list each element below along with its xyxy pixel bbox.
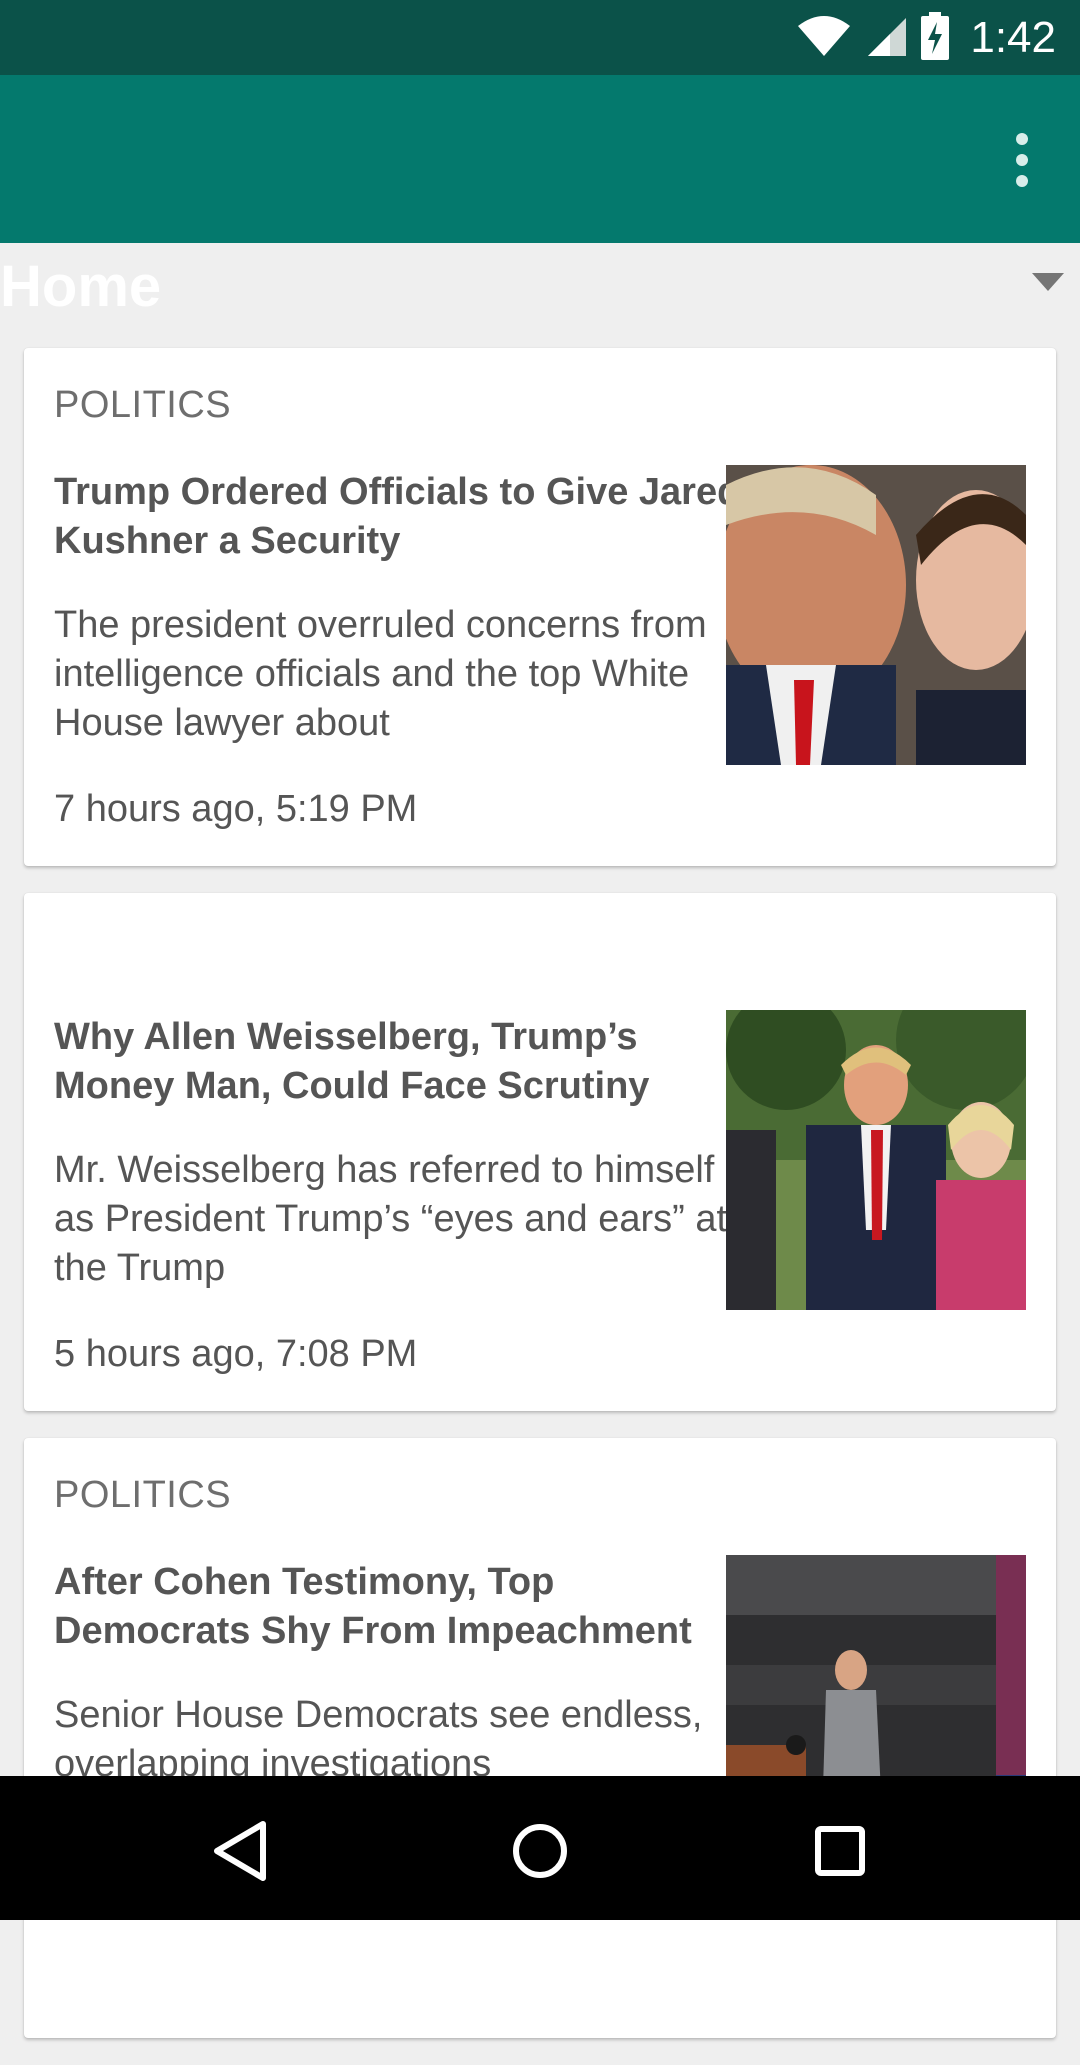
article-headline: Why Allen Weisselberg, Trump’s Money Man… [54, 1016, 650, 1107]
article-timestamp: 5 hours ago, 7:08 PM [54, 1333, 418, 1375]
section-header[interactable]: Home [0, 243, 1080, 343]
article-kicker: POLITICS [54, 1474, 232, 1516]
back-triangle-icon[interactable] [205, 1816, 275, 1886]
article-summary: Mr. Weisselberg has referred to himself … [54, 1149, 728, 1289]
wifi-icon [796, 14, 852, 63]
recents-square-icon[interactable] [805, 1816, 875, 1886]
article-summary: The president overruled concerns from in… [54, 604, 707, 744]
section-title: Home [0, 254, 162, 319]
article-headline: After Cohen Testimony, Top Democrats Shy… [54, 1561, 692, 1652]
article-thumbnail [726, 1010, 1026, 1310]
article-headline: Trump Ordered Officials to Give Jared Ku… [54, 471, 741, 562]
article-thumbnail [726, 465, 1026, 765]
navigation-bar [0, 1776, 1080, 1920]
article-card[interactable]: POLITICS After Cohen Testimony, Top Demo… [24, 1438, 1056, 2038]
cell-signal-icon [864, 14, 908, 63]
article-kicker: POLITICS [54, 384, 232, 426]
status-time: 1:42 [970, 13, 1056, 62]
article-card[interactable]: Why Allen Weisselberg, Trump’s Money Man… [24, 893, 1056, 1411]
status-icons: 1:42 [796, 10, 1056, 66]
home-circle-icon[interactable] [505, 1816, 575, 1886]
status-bar: 1:42 [0, 0, 1080, 75]
article-summary: Senior House Democrats see endless, over… [54, 1694, 703, 1785]
article-timestamp: 7 hours ago, 5:19 PM [54, 788, 418, 830]
app-bar [0, 75, 1080, 243]
arrow-drop-down-icon[interactable] [1032, 273, 1064, 296]
battery-charging-icon [920, 11, 950, 65]
article-card[interactable]: POLITICS Trump Ordered Officials to Give… [24, 348, 1056, 866]
more-vert-icon[interactable] [1004, 125, 1040, 195]
